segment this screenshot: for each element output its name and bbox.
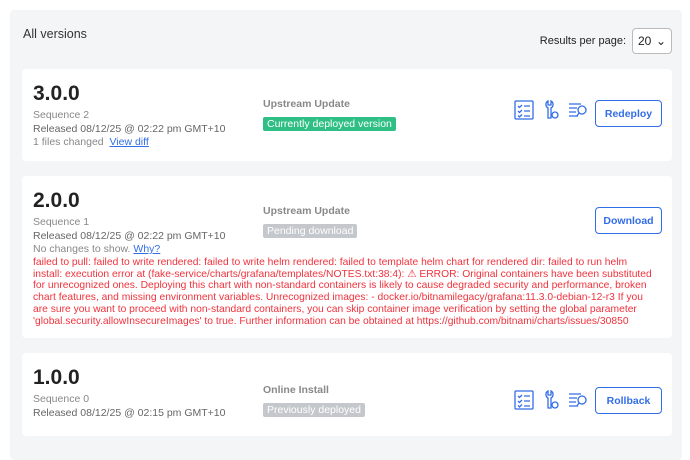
- sequence: Sequence 0: [33, 393, 90, 405]
- results-per-page: Results per page: 20 ⌄: [540, 28, 672, 54]
- logs-search-icon[interactable]: [568, 392, 588, 408]
- logs-search-icon[interactable]: [568, 102, 588, 118]
- error-message: failed to pull: failed to write rendered…: [33, 257, 652, 327]
- released-date: Released 08/12/25 @ 02:22 pm GMT+10: [33, 122, 226, 135]
- results-per-page-select[interactable]: 20 ⌄: [632, 28, 672, 54]
- no-changes-text: No changes to show.: [33, 243, 131, 255]
- action-icons: [514, 100, 588, 120]
- versions-panel: All versions Results per page: 20 ⌄ 3.0.0…: [10, 10, 682, 460]
- results-per-page-value: 20: [638, 34, 652, 48]
- wrench-gear-icon[interactable]: [542, 390, 560, 410]
- version-number: 3.0.0: [33, 82, 80, 105]
- source-label: Upstream Update: [263, 98, 350, 110]
- version-number: 1.0.0: [33, 366, 80, 389]
- version-card: 3.0.0 Sequence 2 Released 08/12/25 @ 02:…: [22, 69, 672, 161]
- wrench-gear-icon[interactable]: [542, 100, 560, 120]
- status-badge: Pending download: [263, 224, 358, 238]
- version-card: 2.0.0 Sequence 1 Released 08/12/25 @ 02:…: [22, 176, 672, 338]
- released-date: Released 08/12/25 @ 02:22 pm GMT+10: [33, 229, 226, 242]
- status-badge: Currently deployed version: [263, 117, 396, 131]
- results-per-page-label: Results per page:: [539, 35, 626, 47]
- view-diff-link[interactable]: View diff: [109, 136, 148, 148]
- released-date: Released 08/12/25 @ 02:15 pm GMT+10: [33, 406, 226, 419]
- source-label: Online Install: [263, 384, 329, 396]
- sequence: Sequence 1: [33, 216, 90, 228]
- download-button[interactable]: Download: [595, 207, 662, 234]
- source-label: Upstream Update: [263, 205, 350, 217]
- version-meta: Sequence 1 Released 08/12/25 @ 02:22 pm …: [33, 216, 225, 257]
- checklist-icon[interactable]: [514, 390, 534, 410]
- sequence: Sequence 2: [33, 109, 90, 121]
- status-badge: Previously deployed: [263, 403, 365, 417]
- redeploy-button[interactable]: Redeploy: [595, 100, 662, 127]
- page-title: All versions: [23, 27, 87, 41]
- version-meta: Sequence 2 Released 08/12/25 @ 02:22 pm …: [33, 109, 225, 150]
- checklist-icon[interactable]: [514, 100, 534, 120]
- action-icons: [514, 390, 588, 410]
- why-link[interactable]: Why?: [133, 243, 160, 255]
- version-meta: Sequence 0 Released 08/12/25 @ 02:15 pm …: [33, 393, 225, 420]
- chevron-down-icon: ⌄: [655, 34, 666, 48]
- rollback-button[interactable]: Rollback: [595, 387, 662, 414]
- files-changed: 1 files changed: [33, 136, 104, 148]
- version-card: 1.0.0 Sequence 0 Released 08/12/25 @ 02:…: [22, 353, 672, 436]
- version-number: 2.0.0: [33, 189, 80, 212]
